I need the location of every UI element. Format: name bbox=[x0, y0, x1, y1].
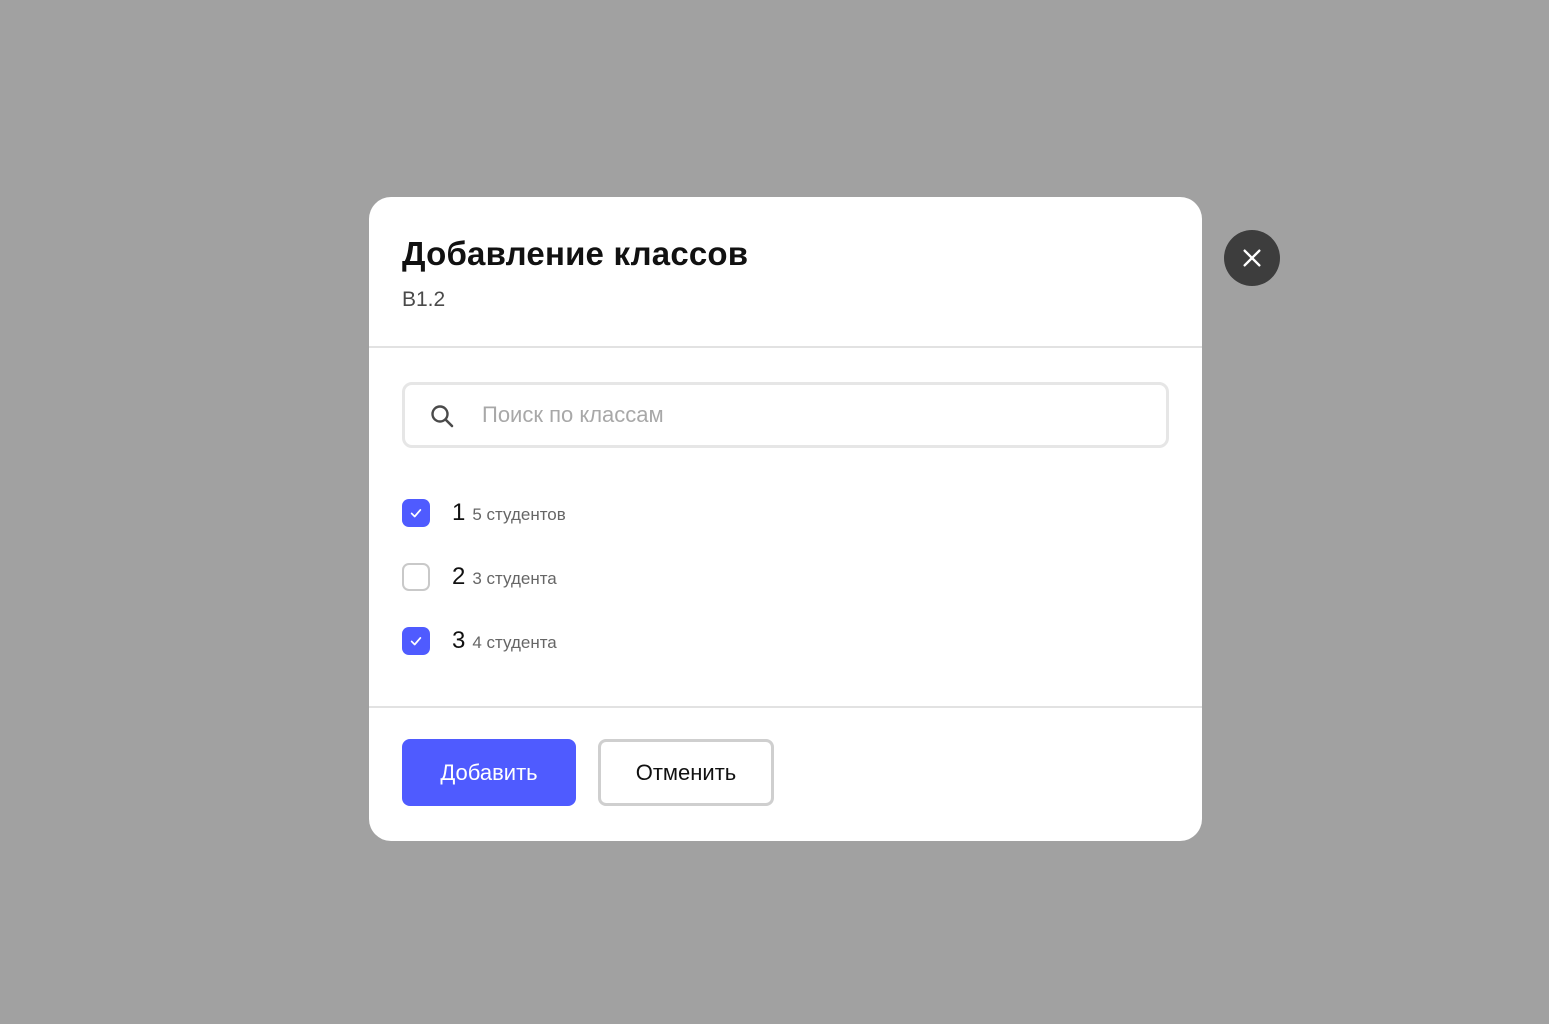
close-icon bbox=[1243, 249, 1261, 267]
class-student-count: 3 студента bbox=[472, 569, 557, 588]
class-3-checkbox[interactable] bbox=[402, 627, 430, 655]
checkmark-icon bbox=[410, 509, 422, 518]
class-list: 1 5 студентов 2 3 студента 3 4 студента bbox=[402, 498, 1169, 656]
class-student-count: 5 студентов bbox=[472, 505, 566, 524]
class-name: 1 bbox=[452, 499, 466, 526]
class-2-checkbox[interactable] bbox=[402, 563, 430, 591]
dialog-title: Добавление классов bbox=[402, 235, 749, 272]
dialog-body: 1 5 студентов 2 3 студента 3 4 студента bbox=[369, 348, 1202, 708]
class-student-count: 4 студента bbox=[472, 633, 557, 652]
class-list-item[interactable]: 3 4 студента bbox=[402, 626, 1169, 656]
search-input[interactable] bbox=[480, 401, 1144, 429]
class-name: 3 bbox=[452, 627, 466, 654]
search-icon bbox=[431, 405, 454, 428]
class-list-item[interactable]: 2 3 студента bbox=[402, 562, 1169, 592]
dialog-subtitle: B1.2 bbox=[402, 288, 446, 311]
checkmark-icon bbox=[410, 637, 422, 646]
dialog-header: Добавление классов B1.2 bbox=[369, 197, 1202, 348]
class-1-checkbox[interactable] bbox=[402, 499, 430, 527]
cancel-button[interactable]: Отменить bbox=[598, 739, 774, 806]
search-field[interactable] bbox=[402, 382, 1169, 448]
class-list-item[interactable]: 1 5 студентов bbox=[402, 498, 1169, 528]
close-button[interactable] bbox=[1224, 230, 1280, 286]
class-name: 2 bbox=[452, 563, 466, 590]
dialog-footer: Добавить Отменить bbox=[369, 708, 1202, 806]
add-button[interactable]: Добавить bbox=[402, 739, 576, 806]
add-classes-dialog: Добавление классов B1.2 1 5 студентов bbox=[369, 197, 1202, 841]
